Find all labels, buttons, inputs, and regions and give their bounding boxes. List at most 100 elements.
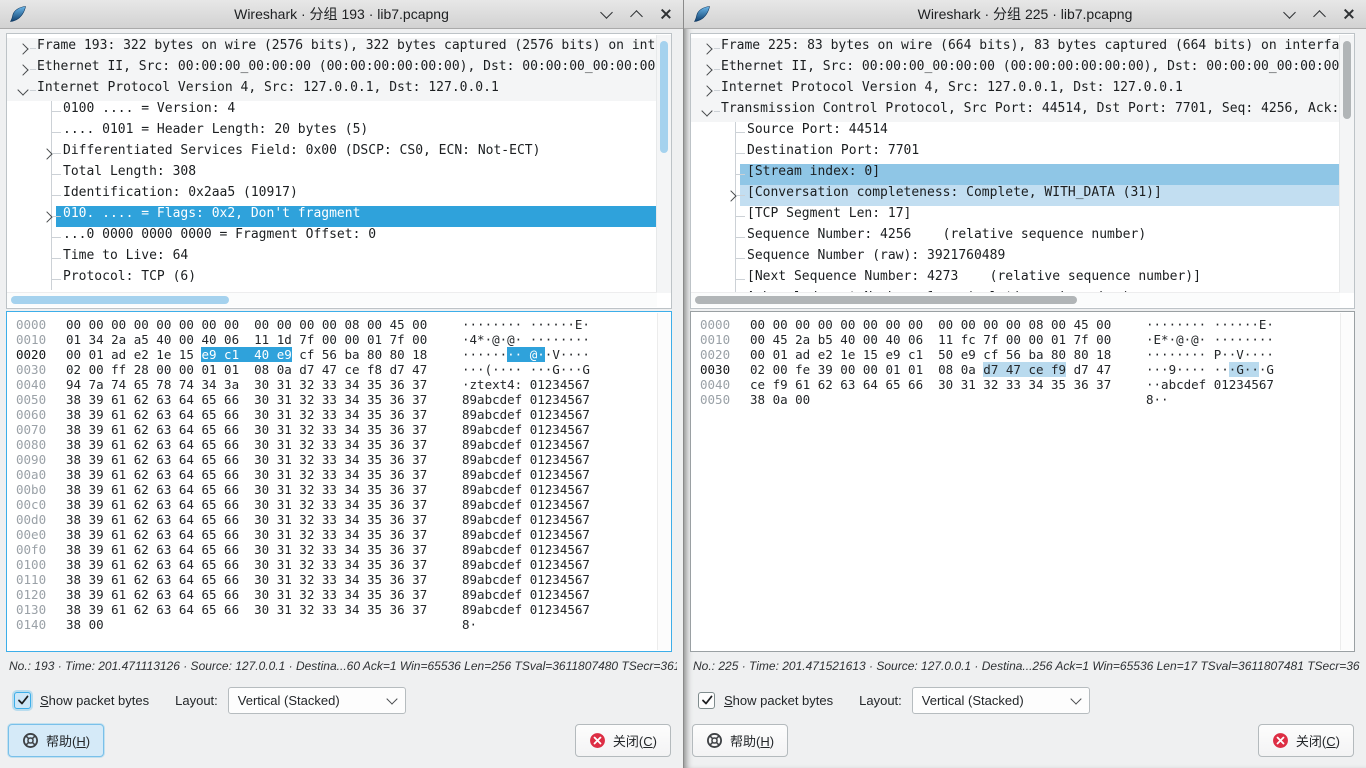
hex-ascii: ·4*·@·@· ········ [462, 332, 590, 347]
tree-row[interactable]: Time to Live: 64 [7, 248, 657, 269]
tree-row-label: Sequence Number (raw): 3921760489 [747, 248, 1005, 263]
tree-row[interactable]: [Conversation completeness: Complete, WI… [691, 185, 1340, 206]
tree-row[interactable]: .... 0101 = Header Length: 20 bytes (5) [7, 122, 657, 143]
tree-row[interactable]: [Next Sequence Number: 4273 (relative se… [691, 269, 1340, 290]
packet-detail-tree[interactable]: Frame 225: 83 bytes on wire (664 bits), … [690, 33, 1355, 309]
tree-row[interactable]: ...0 0000 0000 0000 = Fragment Offset: 0 [7, 227, 657, 248]
tree-row[interactable]: Internet Protocol Version 4, Src: 127.0.… [7, 80, 657, 101]
tree-row[interactable]: [Stream index: 0] [691, 164, 1340, 185]
layout-select[interactable]: Vertical (Stacked) [228, 687, 406, 714]
hex-row[interactable]: 005038 0a 008·· [700, 392, 1340, 407]
show-packet-bytes-label[interactable]: Show packet bytes [40, 693, 149, 708]
expander-expand-icon[interactable] [41, 211, 52, 222]
expander-expand-icon[interactable] [701, 85, 712, 96]
hex-row[interactable]: 000000 00 00 00 00 00 00 00 00 00 00 00 … [16, 317, 657, 332]
tree-horizontal-scrollbar-thumb[interactable] [11, 296, 229, 304]
titlebar[interactable]: Wireshark · 分组 225 · lib7.pcapng [684, 0, 1366, 29]
tree-row[interactable]: Ethernet II, Src: 00:00:00_00:00:00 (00:… [7, 59, 657, 80]
hex-bytes: 00 00 00 00 00 00 00 00 00 00 00 00 08 0… [750, 317, 1122, 332]
expander-expand-icon[interactable] [41, 148, 52, 159]
tree-row[interactable]: 010. .... = Flags: 0x2, Don't fragment [7, 206, 657, 227]
hex-row[interactable]: 011038 39 61 62 63 64 65 66 30 31 32 33 … [16, 572, 657, 587]
tree-vertical-scrollbar-track[interactable] [656, 35, 671, 293]
tree-row[interactable]: [TCP Segment Len: 17] [691, 206, 1340, 227]
maximize-window-button[interactable] [1312, 7, 1326, 21]
expander-expand-icon[interactable] [701, 43, 712, 54]
tree-horizontal-scrollbar-thumb[interactable] [695, 296, 1077, 304]
hex-row[interactable]: 001001 34 2a a5 40 00 40 06 11 1d 7f 00 … [16, 332, 657, 347]
hex-vertical-scrollbar-track[interactable] [1340, 313, 1354, 650]
titlebar[interactable]: Wireshark · 分组 193 · lib7.pcapng [0, 0, 683, 29]
hex-row[interactable]: 010038 39 61 62 63 64 65 66 30 31 32 33 … [16, 557, 657, 572]
packet-detail-tree[interactable]: Frame 193: 322 bytes on wire (2576 bits)… [6, 33, 672, 309]
hex-row[interactable]: 012038 39 61 62 63 64 65 66 30 31 32 33 … [16, 587, 657, 602]
tree-row[interactable]: Frame 225: 83 bytes on wire (664 bits), … [691, 38, 1340, 59]
hex-row[interactable]: 013038 39 61 62 63 64 65 66 30 31 32 33 … [16, 602, 657, 617]
tree-row[interactable]: Internet Protocol Version 4, Src: 127.0.… [691, 80, 1340, 101]
hex-row[interactable]: 004094 7a 74 65 78 74 34 3a 30 31 32 33 … [16, 377, 657, 392]
hex-vertical-scrollbar-track[interactable] [657, 313, 671, 650]
expander-collapse-icon[interactable] [701, 105, 712, 116]
shade-window-button[interactable] [599, 7, 613, 21]
tree-row[interactable]: Protocol: TCP (6) [7, 269, 657, 290]
tree-row[interactable]: Sequence Number: 4256 (relative sequence… [691, 227, 1340, 248]
tree-row[interactable]: Sequence Number (raw): 3921760489 [691, 248, 1340, 269]
tree-vertical-scrollbar-track[interactable] [1339, 35, 1354, 293]
close-dialog-button[interactable]: 关闭(C) [1258, 724, 1354, 757]
tree-row[interactable]: Destination Port: 7701 [691, 143, 1340, 164]
tree-horizontal-scrollbar-track[interactable] [691, 292, 1340, 307]
layout-select[interactable]: Vertical (Stacked) [912, 687, 1090, 714]
hex-row[interactable]: 005038 39 61 62 63 64 65 66 30 31 32 33 … [16, 392, 657, 407]
tree-row[interactable]: Ethernet II, Src: 00:00:00_00:00:00 (00:… [691, 59, 1340, 80]
tree-vertical-scrollbar-thumb[interactable] [660, 41, 668, 153]
hex-row[interactable]: 00f038 39 61 62 63 64 65 66 30 31 32 33 … [16, 542, 657, 557]
hex-row[interactable]: 00d038 39 61 62 63 64 65 66 30 31 32 33 … [16, 512, 657, 527]
hex-row[interactable]: 000000 00 00 00 00 00 00 00 00 00 00 00 … [700, 317, 1340, 332]
hex-offset: 0020 [700, 347, 734, 362]
packet-bytes-pane[interactable]: 000000 00 00 00 00 00 00 00 00 00 00 00 … [690, 311, 1355, 652]
hex-row[interactable]: 00b038 39 61 62 63 64 65 66 30 31 32 33 … [16, 482, 657, 497]
hex-row[interactable]: 001000 45 2a b5 40 00 40 06 11 fc 7f 00 … [700, 332, 1340, 347]
hex-row[interactable]: 00c038 39 61 62 63 64 65 66 30 31 32 33 … [16, 497, 657, 512]
hex-row[interactable]: 006038 39 61 62 63 64 65 66 30 31 32 33 … [16, 407, 657, 422]
hex-row[interactable]: 009038 39 61 62 63 64 65 66 30 31 32 33 … [16, 452, 657, 467]
tree-row[interactable]: Source Port: 44514 [691, 122, 1340, 143]
tree-row[interactable]: Identification: 0x2aa5 (10917) [7, 185, 657, 206]
expander-expand-icon[interactable] [17, 64, 28, 75]
show-packet-bytes-checkbox[interactable] [14, 692, 31, 709]
tree-horizontal-scrollbar-track[interactable] [7, 292, 657, 307]
maximize-window-button[interactable] [629, 7, 643, 21]
close-window-button[interactable] [659, 7, 673, 21]
tree-row[interactable]: Transmission Control Protocol, Src Port:… [691, 101, 1340, 122]
tree-row-label: Internet Protocol Version 4, Src: 127.0.… [37, 80, 499, 95]
help-button[interactable]: 帮助(H) [8, 724, 104, 757]
expander-collapse-icon[interactable] [17, 84, 28, 95]
tree-vertical-scrollbar-thumb[interactable] [1343, 41, 1351, 119]
expander-expand-icon[interactable] [725, 190, 736, 201]
tree-row[interactable]: Differentiated Services Field: 0x00 (DSC… [7, 143, 657, 164]
hex-row[interactable]: 002000 01 ad e2 1e 15 e9 c1 50 e9 cf 56 … [700, 347, 1340, 362]
hex-row[interactable]: 0040ce f9 61 62 63 64 65 66 30 31 32 33 … [700, 377, 1340, 392]
show-packet-bytes-label[interactable]: Show packet bytes [724, 693, 833, 708]
hex-row[interactable]: 007038 39 61 62 63 64 65 66 30 31 32 33 … [16, 422, 657, 437]
hex-row[interactable]: 008038 39 61 62 63 64 65 66 30 31 32 33 … [16, 437, 657, 452]
hex-row[interactable]: 003002 00 ff 28 00 00 01 01 08 0a d7 47 … [16, 362, 657, 377]
hex-row[interactable]: 002000 01 ad e2 1e 15 e9 c1 40 e9 cf 56 … [16, 347, 657, 362]
hex-row[interactable]: 014038 008· [16, 617, 657, 632]
show-packet-bytes-checkbox[interactable] [698, 692, 715, 709]
tree-row[interactable]: Frame 193: 322 bytes on wire (2576 bits)… [7, 38, 657, 59]
expander-expand-icon[interactable] [17, 43, 28, 54]
packet-bytes-pane[interactable]: 000000 00 00 00 00 00 00 00 00 00 00 00 … [6, 311, 672, 652]
hex-row[interactable]: 00e038 39 61 62 63 64 65 66 30 31 32 33 … [16, 527, 657, 542]
expander-expand-icon[interactable] [701, 64, 712, 75]
close-window-button[interactable] [1342, 7, 1356, 21]
hex-row[interactable]: 003002 00 fe 39 00 00 01 01 08 0a d7 47 … [700, 362, 1340, 377]
tree-row-label: Ethernet II, Src: 00:00:00_00:00:00 (00:… [37, 59, 655, 74]
tree-row[interactable]: Total Length: 308 [7, 164, 657, 185]
hex-row[interactable]: 00a038 39 61 62 63 64 65 66 30 31 32 33 … [16, 467, 657, 482]
close-dialog-button[interactable]: 关闭(C) [575, 724, 671, 757]
shade-window-button[interactable] [1282, 7, 1296, 21]
tree-row-label: Time to Live: 64 [63, 248, 188, 263]
help-button[interactable]: 帮助(H) [692, 724, 788, 757]
tree-row[interactable]: 0100 .... = Version: 4 [7, 101, 657, 122]
